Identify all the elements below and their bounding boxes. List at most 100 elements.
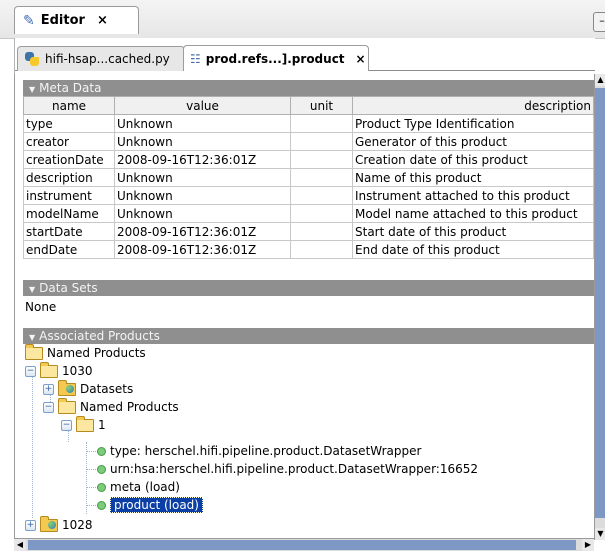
cell-description: Generator of this product [352,132,594,151]
table-row[interactable]: startDate 2008-09-16T12:36:01Z Start date … [23,222,594,241]
cell-name: endDate [23,240,115,259]
tab-product-file[interactable]: ☷ prod.refs...].product × [183,45,369,71]
tree-guide [32,370,33,518]
open-folder-icon [58,397,76,414]
tree-guide [86,505,96,506]
collapse-toggle-icon[interactable]: − [43,401,54,413]
tree-leaf-urn[interactable]: urn:hsa:herschel.hifi.pipeline.product.D… [97,460,478,478]
cell-description: Instrument attached to this product [352,186,594,205]
collapse-toggle-icon[interactable]: − [25,365,36,377]
cell-unit [290,186,353,205]
cell-name: startDate [23,222,115,241]
node-label: meta (load) [110,480,180,494]
expand-toggle-icon[interactable]: + [25,519,36,531]
close-icon[interactable]: × [97,13,108,28]
tree-leaf-meta[interactable]: meta (load) [97,478,180,496]
tab-label: hifi-hsap...cached.py [45,52,170,66]
tree-guide [86,487,96,488]
table-row[interactable]: creator Unknown Generator of this product [23,132,594,151]
cell-unit [290,204,353,223]
cell-unit [290,150,353,169]
cell-value: Unknown [114,132,291,151]
cell-name: type [23,114,115,133]
node-label: 1 [98,418,106,432]
scroll-right-arrow-icon[interactable]: ▶ [582,539,594,551]
tree-node-named-products-root[interactable]: Named Products [25,343,146,362]
expand-toggle-icon[interactable]: + [43,383,54,395]
tab-python-file[interactable]: hifi-hsap...cached.py [17,46,185,71]
cell-value: Unknown [114,186,291,205]
cell-description: Model name attached to this product [352,204,594,223]
node-label: Named Products [47,346,146,360]
column-header-unit[interactable]: unit [290,96,353,115]
tree-leaf-product[interactable]: product (load) [97,496,203,514]
python-file-icon [24,51,40,67]
table-row[interactable]: instrument Unknown Instrument attached to … [23,186,594,205]
file-tab-strip: hifi-hsap...cached.py ☷ prod.refs...].pr… [14,38,595,74]
vertical-scroll-thumb[interactable] [595,88,605,518]
tree-node-datasets[interactable]: + Datasets [43,379,133,398]
node-label: urn:hsa:herschel.hifi.pipeline.product.D… [110,462,479,476]
table-row[interactable]: endDate 2008-09-16T12:36:01Z End date of t… [23,240,594,259]
open-folder-icon [40,361,58,378]
tab-label: prod.refs...].product [205,51,345,66]
edit-icon: ✎ [23,12,35,29]
cell-unit [290,222,353,241]
node-label: Named Products [80,400,179,414]
meta-data-table: name value unit description type Unknown P… [23,96,594,259]
section-title: Meta Data [39,81,102,95]
cell-value: 2008-09-16T12:36:01Z [114,222,291,241]
column-header-description[interactable]: description [352,96,594,115]
cell-description: End date of this product [352,240,594,259]
column-header-name[interactable]: name [23,96,115,115]
cell-value: Unknown [114,204,291,223]
table-row[interactable]: description Unknown Name of this product [23,168,594,187]
cell-value: Unknown [114,114,291,133]
table-row[interactable]: modelName Unknown Model name attached to t… [23,204,594,223]
collapse-toggle-icon[interactable]: − [61,419,72,431]
open-folder-icon [25,343,43,360]
minimize-button[interactable]: – [593,12,605,32]
cell-name: creationDate [23,150,115,169]
cell-description: Product Type Identification [352,114,594,133]
vertical-scrollbar[interactable]: ▲ ▼ [594,74,605,540]
node-label-selected: product (load) [110,497,203,513]
horizontal-scroll-thumb[interactable] [28,540,576,550]
tree-guide [86,442,87,514]
data-sets-section-header[interactable]: ▼ Data Sets [23,280,595,296]
section-title: Data Sets [39,281,98,295]
cell-name: modelName [23,204,115,223]
associated-products-section-header[interactable]: ▼ Associated Products [23,328,595,344]
horizontal-scrollbar[interactable]: ◀ ▶ [14,538,594,551]
tree-guide [86,469,96,470]
tree-node-1[interactable]: − 1 [61,415,106,434]
section-title: Associated Products [39,329,160,343]
tree-leaf-type[interactable]: type: herschel.hifi.pipeline.product.Dat… [97,442,421,460]
scroll-up-arrow-icon[interactable]: ▲ [595,74,605,86]
scroll-down-arrow-icon[interactable]: ▼ [595,528,605,540]
cell-description: Start date of this product [352,222,594,241]
node-label: 1030 [62,364,93,378]
editor-window: ✎ Editor × – hifi-hsap...cached.py ☷ pro… [0,0,605,551]
tree-node-named-products[interactable]: − Named Products [43,397,179,416]
table-row[interactable]: creationDate 2008-09-16T12:36:01Z Creation… [23,150,594,169]
close-icon[interactable]: × [356,52,366,66]
table-row[interactable]: type Unknown Product Type Identification [23,114,594,133]
editor-view-tab[interactable]: ✎ Editor × [14,6,139,34]
cell-unit [290,114,353,133]
product-tree-icon: ☷ [190,51,201,66]
meta-data-section-header[interactable]: ▼ Meta Data [23,80,595,96]
open-folder-icon [76,415,94,432]
cell-unit [290,240,353,259]
leaf-bullet-icon [97,500,106,510]
cell-value: 2008-09-16T12:36:01Z [114,150,291,169]
column-header-value[interactable]: value [114,96,291,115]
data-sets-empty-text: None [25,300,57,314]
tree-node-1030[interactable]: − 1030 [25,361,93,380]
cell-description: Creation date of this product [352,150,594,169]
tree-node-1028[interactable]: + 1028 [25,515,93,534]
dataset-folder-icon [58,379,76,396]
scroll-left-arrow-icon[interactable]: ◀ [14,539,26,551]
node-label: type: herschel.hifi.pipeline.product.Dat… [110,444,422,458]
cell-name: creator [23,132,115,151]
